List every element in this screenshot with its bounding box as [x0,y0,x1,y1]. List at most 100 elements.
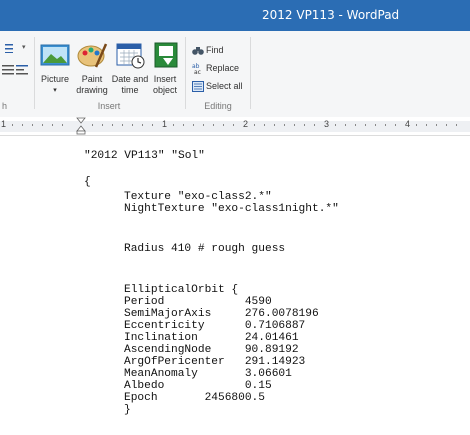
align-justify-icon[interactable] [2,65,14,75]
find-label: Find [206,45,224,55]
ruler-tick [62,124,63,126]
ruler-tick [122,124,123,126]
ruler-tick [314,124,315,126]
ruler-tick [375,124,376,126]
paint-drawing-button[interactable]: Paint drawing [74,41,110,96]
calendar-clock-icon [116,43,145,69]
ruler-tick [395,124,396,126]
ruler-tick [284,124,285,126]
ruler-tick [183,124,184,126]
picture-button[interactable]: Picture ▾ [38,41,72,96]
doc-line[interactable]: "2012 VP113" "Sol" [84,150,205,162]
ruler-number: 1 [1,119,7,129]
ruler-tick [426,124,427,126]
document-area[interactable]: "2012 VP113" "Sol" { Texture "exo-class2… [0,136,470,435]
doc-line[interactable]: AscendingNode 90.89192 [124,344,299,356]
paint-palette-icon [77,43,108,68]
doc-line[interactable]: Eccentricity 0.7106887 [124,320,305,332]
chevron-down-icon: ▾ [53,87,57,94]
doc-line[interactable]: Albedo 0.15 [124,380,272,392]
ruler-number: 3 [324,119,330,129]
find-button[interactable]: Find [192,45,224,56]
ruler-tick [12,124,13,126]
ruler-tick [345,124,346,126]
doc-line[interactable]: Inclination 24.01461 [124,332,299,344]
object-label-line2: object [152,85,178,95]
doc-line[interactable]: Epoch 2456800.5 [124,392,265,404]
select-all-label: Select all [206,81,243,91]
ruler-tick [274,124,275,126]
ruler-tick [52,124,53,126]
ruler-tick [112,124,113,126]
ruler-tick [416,124,417,126]
window-title: 2012 VP113 - WordPad [262,8,400,22]
select-all-icon [192,81,204,93]
list-icon[interactable] [2,43,14,53]
ruler-tick [92,124,93,126]
ruler-tick [335,124,336,126]
group-separator [34,37,35,109]
datetime-label-line1: Date and [111,74,149,84]
ruler-tick [304,124,305,126]
insert-object-button[interactable]: Insert object [150,41,180,96]
ruler-tick [203,124,204,126]
ruler-tick [42,124,43,126]
doc-line[interactable]: EllipticalOrbit { [124,284,238,296]
ruler-tick [233,124,234,126]
picture-label: Picture [40,74,69,84]
ruler-tick [223,124,224,126]
ribbon: ▾ h Picture ▾ Paint drawing Date and tim… [0,31,470,118]
svg-text:ac: ac [194,69,201,74]
ruler-tick [456,124,457,126]
doc-line[interactable]: } [124,404,131,416]
group-separator [185,37,186,109]
doc-line[interactable]: { [84,176,91,188]
doc-line[interactable]: NightTexture "exo-class1night.*" [124,203,339,215]
insert-object-icon [154,42,178,68]
ruler-tick [213,124,214,126]
replace-label: Replace [206,63,240,73]
datetime-label-line2: time [121,85,139,95]
paragraph-group-label: h [2,101,8,111]
ruler-tick [102,124,103,126]
doc-line[interactable]: Radius 410 # rough guess [124,243,285,255]
ruler-tick [173,124,174,126]
paragraph-icon[interactable] [16,65,28,75]
ruler-tick [132,124,133,126]
ruler-tick [446,124,447,126]
ruler[interactable]: 1 1 2 3 4 [0,117,470,136]
ruler-tick [152,124,153,126]
doc-line[interactable]: Period 4590 [124,296,272,308]
title-bar[interactable]: 2012 VP113 - WordPad [0,0,470,31]
select-all-button[interactable]: Select all [192,81,243,93]
doc-line[interactable]: Texture "exo-class2.*" [124,191,272,203]
ruler-number: 4 [405,119,411,129]
ruler-tick [264,124,265,126]
ruler-number: 1 [162,119,168,129]
ruler-tick [142,124,143,126]
replace-button[interactable]: ab ac Replace [192,63,239,74]
ruler-tick [32,124,33,126]
picture-icon [40,44,70,66]
editing-group-label: Editing [204,101,232,111]
paint-label-line1: Paint [81,74,103,84]
insert-group-label: Insert [97,101,121,111]
paint-label-line2: drawing [76,85,108,95]
ruler-tick [436,124,437,126]
doc-line[interactable]: SemiMajorAxis 276.0078196 [124,308,319,320]
ruler-tick [355,124,356,126]
ruler-tick [254,124,255,126]
ruler-tick [294,124,295,126]
date-time-button[interactable]: Date and time [111,41,149,96]
group-separator [250,37,251,109]
doc-line[interactable]: MeanAnomaly 3.06601 [124,368,292,380]
ruler-tick [365,124,366,126]
object-label-line1: Insert [153,74,177,84]
doc-line[interactable]: ArgOfPericenter 291.14923 [124,356,305,368]
dropdown-arrow-icon[interactable]: ▾ [22,43,26,51]
ruler-tick [385,124,386,126]
replace-icon: ab ac [192,63,201,74]
ruler-track [0,121,470,132]
ruler-tick [22,124,23,126]
indent-marker-icon[interactable] [76,117,86,135]
